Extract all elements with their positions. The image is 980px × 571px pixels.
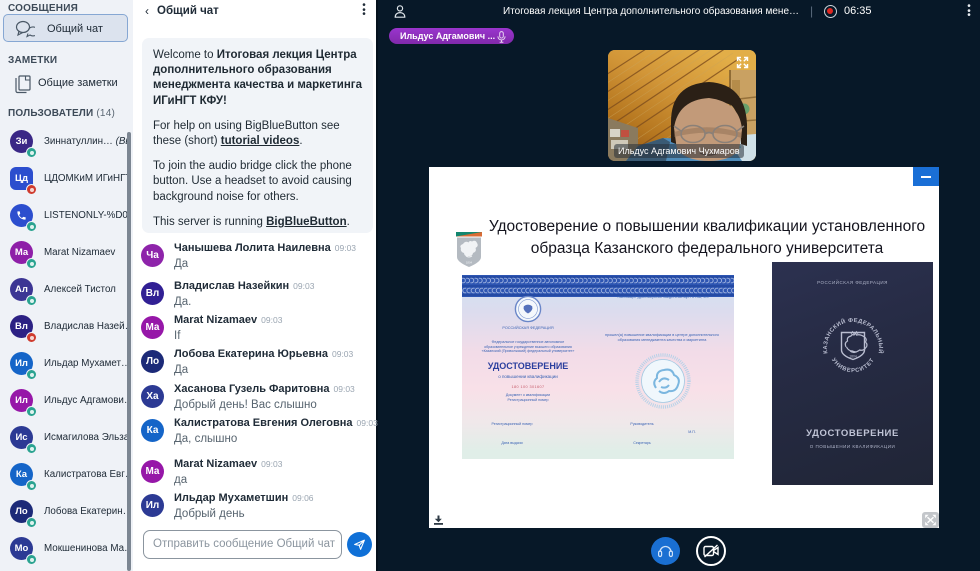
svg-text:КАЗАНСКИЙ ФЕДЕРАЛЬНЫЙ: КАЗАНСКИЙ ФЕДЕРАЛЬНЫЙ — [823, 317, 885, 354]
svg-text:1804: 1804 — [466, 261, 473, 265]
svg-text:1804: 1804 — [849, 355, 857, 359]
